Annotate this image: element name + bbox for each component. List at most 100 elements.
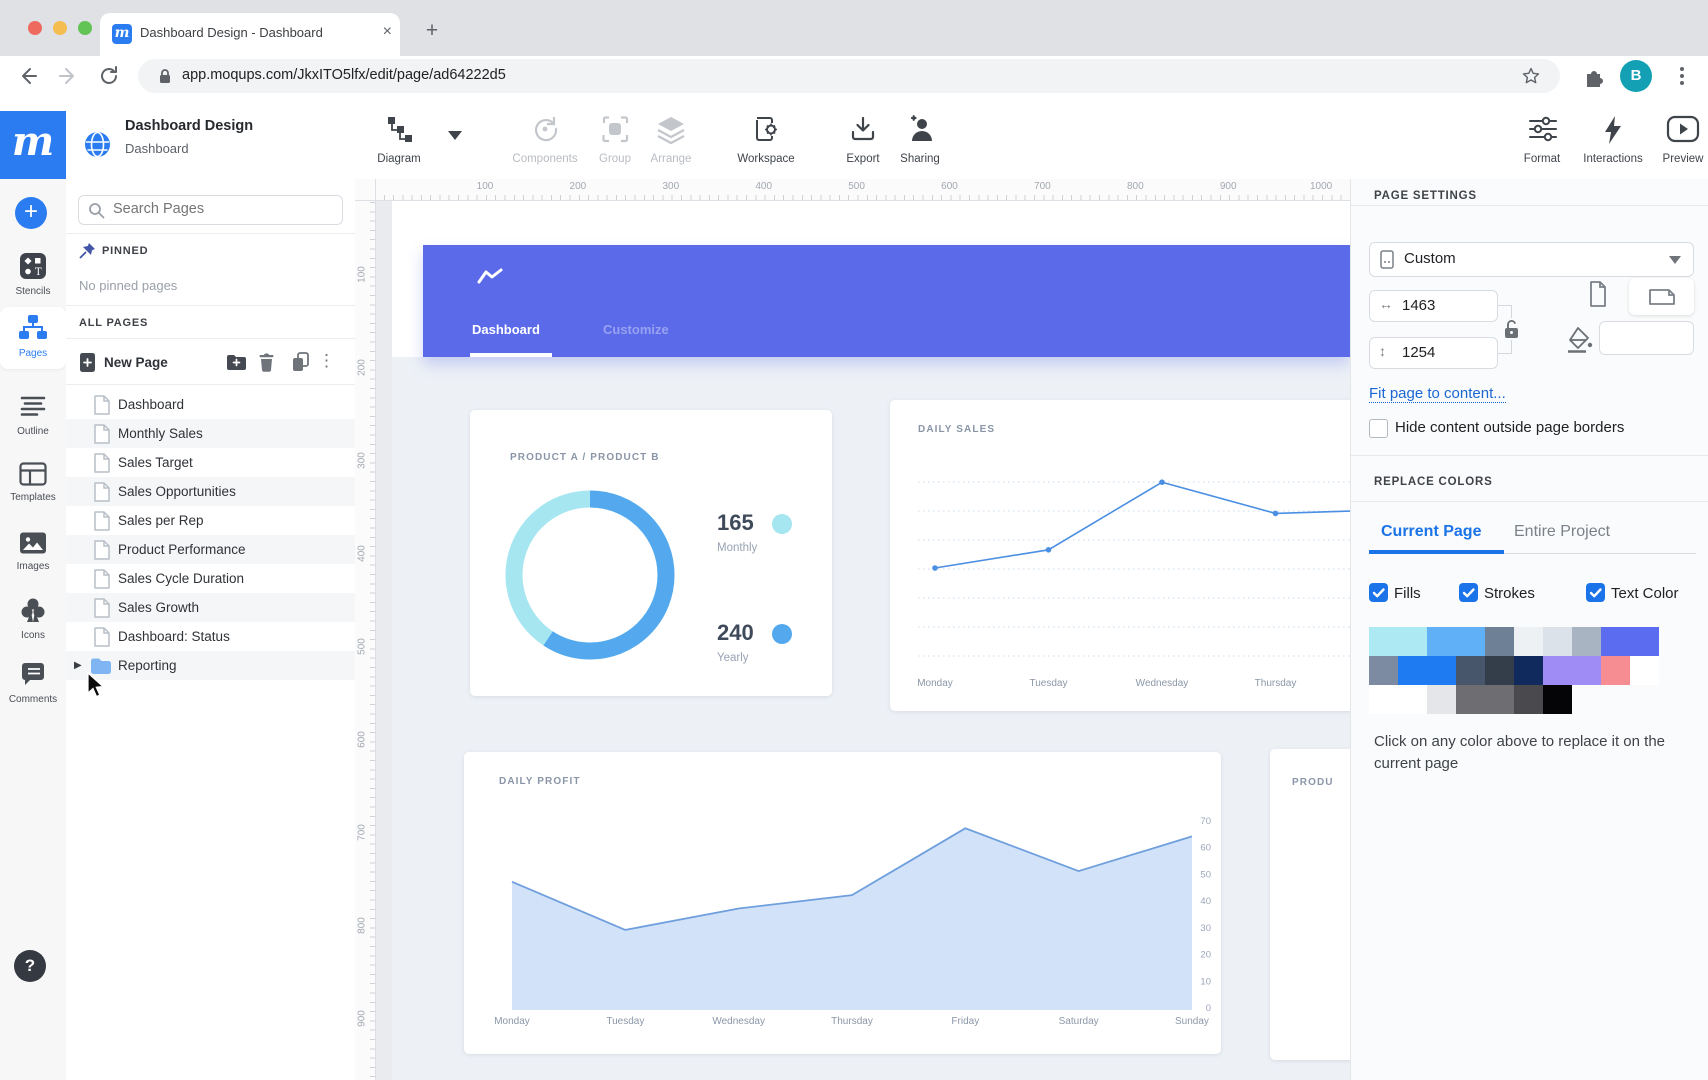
palette-swatch[interactable]	[1543, 627, 1572, 656]
palette-swatch[interactable]	[1543, 656, 1601, 685]
macos-close-button[interactable]	[28, 21, 42, 35]
diagram-icon[interactable]	[384, 114, 416, 146]
sidebar-item-comments[interactable]: Comments	[0, 655, 66, 717]
page-list-item[interactable]: Product Performance	[66, 535, 355, 564]
product-donut-card[interactable]: PRODUCT A / PRODUCT B 165 Monthly 240 Ye…	[470, 410, 832, 696]
checkbox-strokes[interactable]	[1459, 583, 1478, 602]
page-width-field[interactable]: ↔	[1369, 290, 1498, 322]
page-fill-color-field[interactable]	[1599, 321, 1694, 355]
sidebar-item-templates[interactable]: Templates	[0, 455, 66, 517]
extensions-puzzle-icon[interactable]	[1583, 66, 1605, 88]
palette-swatch[interactable]	[1630, 656, 1659, 685]
replace-colors-tab-entire-project[interactable]: Entire Project	[1514, 523, 1610, 541]
browser-profile-avatar[interactable]: B	[1620, 60, 1652, 92]
folder-expand-caret-icon[interactable]: ▶	[74, 651, 82, 680]
page-list-item[interactable]: Sales per Rep	[66, 506, 355, 535]
help-button[interactable]: ?	[14, 950, 46, 982]
duplicate-page-icon[interactable]	[291, 352, 310, 372]
fit-page-link[interactable]: Fit page to content...	[1369, 385, 1506, 403]
page-list-item[interactable]: Dashboard: Status	[66, 622, 355, 651]
format-sliders-icon[interactable]	[1527, 114, 1559, 144]
daily-sales-card[interactable]: DAILY SALES MondayTuesdayWednesdayThursd…	[890, 400, 1350, 711]
delete-page-trash-icon[interactable]	[258, 352, 275, 372]
palette-swatch[interactable]	[1514, 685, 1543, 714]
export-download-icon[interactable]	[848, 114, 878, 144]
browser-menu-kebab-icon[interactable]	[1672, 65, 1692, 87]
palette-swatch[interactable]	[1427, 685, 1456, 714]
palette-swatch[interactable]	[1601, 656, 1630, 685]
search-pages-input[interactable]	[111, 200, 335, 218]
palette-swatch[interactable]	[1456, 685, 1514, 714]
page-list-item[interactable]: Sales Target	[66, 448, 355, 477]
workspace-label[interactable]: Workspace	[737, 153, 794, 165]
design-canvas[interactable]: Dashboard Customize PRODUCT A / PRODUCT B…	[355, 179, 1350, 1080]
mockup-tab-customize[interactable]: Customize	[603, 322, 669, 337]
new-page-label[interactable]: New Page	[104, 355, 168, 370]
landscape-orientation-button[interactable]	[1629, 278, 1694, 315]
partial-product-card[interactable]: PRODU	[1270, 749, 1350, 1060]
interactions-label[interactable]: Interactions	[1583, 153, 1642, 165]
palette-swatch[interactable]	[1485, 627, 1514, 656]
sidebar-item-pages[interactable]: Pages	[0, 307, 66, 369]
palette-swatch[interactable]	[1601, 627, 1659, 656]
diagram-dropdown-caret-icon[interactable]	[448, 131, 462, 140]
add-stencil-button[interactable]: +	[15, 197, 47, 229]
palette-swatch[interactable]	[1369, 656, 1398, 685]
palette-swatch[interactable]	[1398, 656, 1456, 685]
macos-minimize-button[interactable]	[53, 21, 67, 35]
sidebar-item-icons[interactable]: Icons	[0, 589, 66, 651]
omnibox[interactable]: app.moqups.com/JkxITO5lfx/edit/page/ad64…	[138, 59, 1560, 93]
moqups-logo[interactable]: m	[0, 111, 66, 179]
palette-swatch[interactable]	[1572, 627, 1601, 656]
pages-menu-kebab-icon[interactable]: ⋮	[318, 351, 335, 371]
new-tab-button[interactable]: +	[418, 18, 446, 46]
checkbox-text-color[interactable]	[1586, 583, 1605, 602]
new-page-icon[interactable]	[78, 352, 98, 374]
palette-swatch[interactable]	[1543, 685, 1572, 714]
page-list-item[interactable]: Monthly Sales	[66, 419, 355, 448]
preview-label[interactable]: Preview	[1663, 153, 1704, 165]
palette-swatch[interactable]	[1369, 627, 1427, 656]
forward-button[interactable]	[56, 64, 80, 88]
back-button[interactable]	[16, 64, 40, 88]
palette-swatch[interactable]	[1369, 685, 1427, 714]
format-label[interactable]: Format	[1524, 153, 1560, 165]
reload-button[interactable]	[97, 64, 121, 88]
interactions-bolt-icon[interactable]	[1601, 114, 1625, 146]
page-height-field[interactable]: ↕	[1369, 337, 1498, 369]
page-size-preset-select[interactable]: Custom	[1369, 242, 1694, 277]
export-label[interactable]: Export	[846, 153, 879, 165]
page-list-item[interactable]: Sales Growth	[66, 593, 355, 622]
portrait-orientation-icon[interactable]	[1588, 280, 1608, 308]
new-folder-icon[interactable]	[226, 353, 248, 372]
page-list-item[interactable]: Sales Opportunities	[66, 477, 355, 506]
palette-swatch[interactable]	[1456, 656, 1485, 685]
project-title[interactable]: Dashboard Design	[125, 118, 253, 134]
preview-play-icon[interactable]	[1666, 114, 1700, 144]
mockup-tab-dashboard[interactable]: Dashboard	[472, 322, 540, 337]
daily-profit-card[interactable]: DAILY PROFIT 706050403020100 MondayTuesd…	[464, 752, 1221, 1054]
mockup-nav-header[interactable]: Dashboard Customize	[423, 245, 1350, 357]
page-width-input[interactable]	[1400, 296, 1484, 315]
sharing-person-icon[interactable]	[903, 114, 937, 144]
folder-list-item[interactable]: ▶ Reporting	[66, 651, 355, 680]
sidebar-item-images[interactable]: Images	[0, 524, 66, 586]
sharing-label[interactable]: Sharing	[900, 153, 940, 165]
page-list-item[interactable]: Dashboard	[66, 390, 355, 419]
macos-zoom-button[interactable]	[78, 21, 92, 35]
palette-swatch[interactable]	[1514, 627, 1543, 656]
sidebar-item-stencils[interactable]: TStencils	[0, 245, 66, 307]
diagram-label[interactable]: Diagram	[377, 153, 420, 165]
close-tab-icon[interactable]: ×	[383, 23, 392, 41]
replace-colors-tab-current-page[interactable]: Current Page	[1381, 523, 1481, 541]
checkbox-fills[interactable]	[1369, 583, 1388, 602]
page-list-item[interactable]: Sales Cycle Duration	[66, 564, 355, 593]
palette-swatch[interactable]	[1427, 627, 1485, 656]
workspace-icon[interactable]	[751, 114, 781, 144]
palette-swatch[interactable]	[1514, 656, 1543, 685]
search-pages-box[interactable]	[78, 195, 343, 225]
browser-tab[interactable]: m Dashboard Design - Dashboard ×	[100, 13, 400, 56]
sidebar-item-outline[interactable]: Outline	[0, 387, 66, 449]
palette-swatch[interactable]	[1485, 656, 1514, 685]
page-height-input[interactable]	[1400, 343, 1484, 362]
